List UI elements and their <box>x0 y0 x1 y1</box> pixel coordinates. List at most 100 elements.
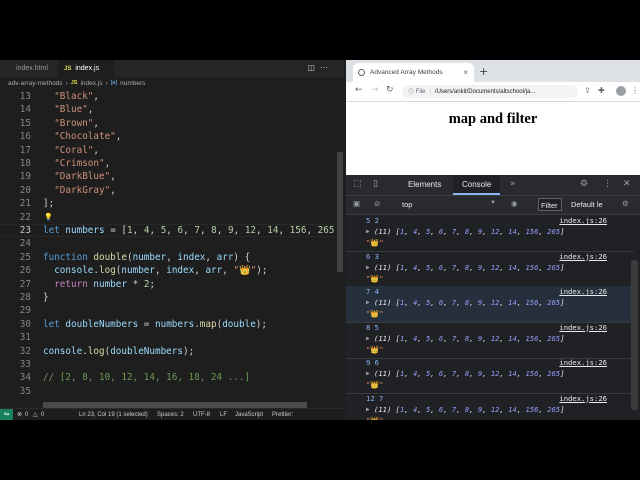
browser-tab[interactable]: Advanced Array Methods × <box>353 63 474 82</box>
expand-triangle-icon[interactable]: ▶ <box>366 333 370 344</box>
eye-icon[interactable]: ◉ <box>511 199 518 208</box>
console-message[interactable]: 6 3 index.js:26 ▶ (11) [1, 4, 5, 6, 7, 8, 9… <box>346 251 634 288</box>
forward-icon[interactable]: → <box>371 85 379 95</box>
code-line[interactable]: 16 "Chocolate", <box>0 130 336 143</box>
cursor-position[interactable]: Ln 23, Col 19 (1 selected) <box>79 409 148 420</box>
chevron-right-icon: › <box>105 79 108 87</box>
code-line[interactable]: 34 // [2, 8, 10, 12, 14, 16, 18, 24 ...] <box>0 371 336 384</box>
more-actions-icon[interactable]: ⋯ <box>320 63 328 72</box>
console-message[interactable]: 5 2 index.js:26 ▶ (11) [1, 4, 5, 6, 7, 8, 9… <box>346 215 634 252</box>
tab-index-js[interactable]: JS index.js <box>58 60 114 77</box>
close-devtools-icon[interactable]: ✕ <box>623 179 631 189</box>
warning-count[interactable]: 0 <box>41 409 44 420</box>
code-line[interactable]: 31 <box>0 331 336 344</box>
error-count[interactable]: 0 <box>25 409 28 420</box>
code-line[interactable]: 35 <box>0 385 336 398</box>
code-editor[interactable]: 13 "Black", 14 "Blue", 15 "Brown", 16 "Choc… <box>0 90 346 420</box>
console-message[interactable]: 8 5 index.js:26 ▶ (11) [1, 4, 5, 6, 7, 8, 9… <box>346 322 634 359</box>
array-preview[interactable]: (11) [1, 4, 5, 6, 7, 8, 9, 12, 14, 156, … <box>374 262 564 273</box>
expand-triangle-icon[interactable]: ▶ <box>366 368 370 379</box>
code-line[interactable]: 26 console.log(number, index, arr, "👑"); <box>0 264 336 277</box>
tab-index-html[interactable]: index.html <box>0 60 58 77</box>
address-bar[interactable]: ⓘ File | /Users/ankit/Documents/altschoo… <box>402 85 578 98</box>
language-mode[interactable]: JavaScript <box>235 409 263 420</box>
source-link[interactable]: index.js:26 <box>559 251 607 262</box>
console-message[interactable]: 9 6 index.js:26 ▶ (11) [1, 4, 5, 6, 7, 8, 9… <box>346 357 634 394</box>
log-levels-dropdown[interactable]: Default le <box>571 200 603 209</box>
source-link[interactable]: index.js:26 <box>559 215 607 226</box>
source-link[interactable]: index.js:26 <box>559 322 607 333</box>
breadcrumb-folder[interactable]: adv-array-methods <box>8 80 63 87</box>
code-line[interactable]: 20 "DarkGray", <box>0 184 336 197</box>
indentation[interactable]: Spaces: 2 <box>157 409 184 420</box>
array-preview[interactable]: (11) [1, 4, 5, 6, 7, 8, 9, 12, 14, 156, … <box>374 297 564 308</box>
code-line[interactable]: 28} <box>0 291 336 304</box>
clear-console-icon[interactable]: ⊘ <box>374 199 380 208</box>
sidebar-toggle-icon[interactable]: ▣ <box>353 199 360 208</box>
breadcrumb-file[interactable]: index.js <box>80 80 102 87</box>
encoding[interactable]: UTF-8 <box>193 409 210 420</box>
prettier-status[interactable]: Prettier: <box>272 409 293 420</box>
expand-triangle-icon[interactable]: ▶ <box>366 262 370 273</box>
code-line[interactable]: 23 let numbers = [1, 4, 5, 6, 7, 8, 9, 12… <box>0 224 346 237</box>
more-options-icon[interactable]: ⋮ <box>603 179 612 189</box>
array-preview[interactable]: (11) [1, 4, 5, 6, 7, 8, 9, 12, 14, 156, … <box>374 226 564 237</box>
scheme-label: File <box>415 88 426 95</box>
code-line[interactable]: 19 "DarkBlue", <box>0 170 336 183</box>
share-icon[interactable]: ⇪ <box>584 86 591 95</box>
tab-console[interactable]: Console <box>453 175 501 195</box>
warning-icon[interactable]: △ <box>33 409 38 420</box>
split-editor-icon[interactable]: ◫ <box>307 63 315 72</box>
back-icon[interactable]: ← <box>355 85 363 95</box>
console-message[interactable]: 7 4 index.js:26 ▶ (11) [1, 4, 5, 6, 7, 8, 9… <box>346 286 634 323</box>
source-link[interactable]: index.js:26 <box>559 393 607 404</box>
code-line[interactable]: 22 💡 <box>0 211 336 224</box>
code-line[interactable]: 15 "Brown", <box>0 117 336 130</box>
settings-gear-icon[interactable]: ⚙ <box>580 179 588 189</box>
code-line[interactable]: 32 console.log(doubleNumbers); <box>0 345 336 358</box>
expand-triangle-icon[interactable]: ▶ <box>366 404 370 415</box>
close-tab-icon[interactable]: × <box>463 68 468 77</box>
code-line[interactable]: 17 "Coral", <box>0 144 336 157</box>
info-icon[interactable]: ⓘ <box>408 87 414 96</box>
console-message[interactable]: 12 7 index.js:26 ▶ (11) [1, 4, 5, 6, 7, 8, … <box>346 393 634 421</box>
code-line[interactable]: 27 return number * 2; <box>0 278 336 291</box>
code-line[interactable]: 29 <box>0 304 336 317</box>
extensions-icon[interactable]: ✚ <box>598 86 605 95</box>
remote-icon[interactable]: ⇋ <box>0 409 13 420</box>
code-line[interactable]: 24 <box>0 237 336 250</box>
source-link[interactable]: index.js:26 <box>559 357 607 368</box>
inspect-icon[interactable]: ⬚ <box>353 179 362 189</box>
source-link[interactable]: index.js:26 <box>559 286 607 297</box>
chevron-down-icon[interactable]: ▼ <box>490 200 496 206</box>
code-line[interactable]: 18 "Crimson", <box>0 157 336 170</box>
code-line[interactable]: 30 let doubleNumbers = numbers.map(double… <box>0 318 336 331</box>
code-line[interactable]: 33 <box>0 358 336 371</box>
context-selector[interactable]: top <box>402 200 412 209</box>
error-icon[interactable]: ⊗ <box>17 409 22 420</box>
console-scrollbar[interactable] <box>631 260 638 410</box>
expand-triangle-icon[interactable]: ▶ <box>366 297 370 308</box>
more-tabs-icon[interactable]: » <box>510 179 516 189</box>
reload-icon[interactable]: ↻ <box>386 85 394 95</box>
array-preview[interactable]: (11) [1, 4, 5, 6, 7, 8, 9, 12, 14, 156, … <box>374 368 564 379</box>
code-line[interactable]: 14 "Blue", <box>0 103 336 116</box>
filter-input[interactable]: Filter <box>538 198 562 211</box>
console-settings-icon[interactable]: ⚙ <box>622 199 629 208</box>
device-toggle-icon[interactable]: ▯ <box>373 179 378 189</box>
breadcrumb-symbol[interactable]: numbers <box>120 80 145 87</box>
editor-scroll-thumb[interactable] <box>337 152 343 272</box>
code-line[interactable]: 25 function double(number, index, arr) { <box>0 251 336 264</box>
array-preview[interactable]: (11) [1, 4, 5, 6, 7, 8, 9, 12, 14, 156, … <box>374 404 564 415</box>
page-content: map and filter <box>346 102 640 175</box>
lightbulb-icon[interactable]: 💡 <box>44 211 53 224</box>
new-tab-button[interactable]: + <box>479 65 488 78</box>
expand-triangle-icon[interactable]: ▶ <box>366 226 370 237</box>
avatar[interactable] <box>616 86 626 96</box>
code-line[interactable]: 13 "Black", <box>0 90 336 103</box>
menu-icon[interactable]: ⋮ <box>631 86 639 95</box>
tab-elements[interactable]: Elements <box>398 175 460 195</box>
array-preview[interactable]: (11) [1, 4, 5, 6, 7, 8, 9, 12, 14, 156, … <box>374 333 564 344</box>
code-line[interactable]: 21]; <box>0 197 336 210</box>
end-of-line[interactable]: LF <box>220 409 227 420</box>
